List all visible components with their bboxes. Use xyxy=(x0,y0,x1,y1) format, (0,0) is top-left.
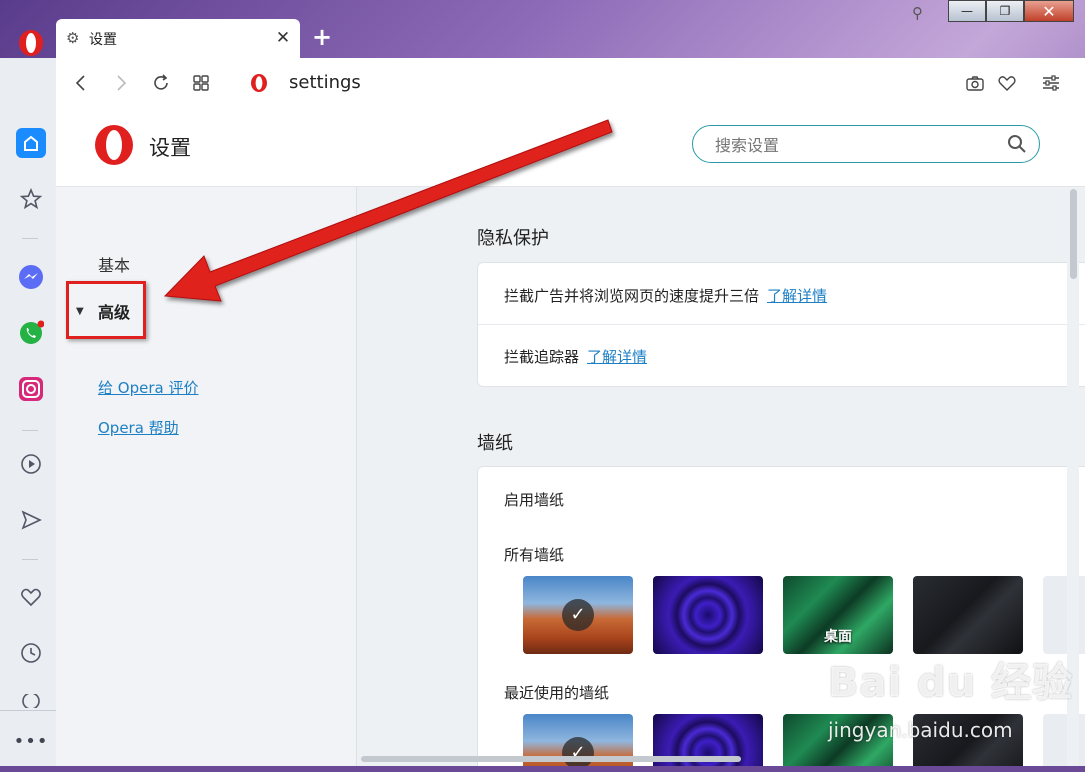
scrollbar-thumb[interactable] xyxy=(1070,189,1077,279)
site-opera-icon xyxy=(246,70,272,96)
address-text[interactable]: settings xyxy=(289,72,361,93)
sidebar: ••• xyxy=(0,58,57,772)
horizontal-scrollbar[interactable] xyxy=(357,754,1067,764)
wallpaper-thumb[interactable] xyxy=(653,576,763,654)
search-icon[interactable] xyxy=(1007,134,1027,154)
check-icon: ✓ xyxy=(562,599,594,631)
tab-settings[interactable]: ⚙ 设置 ✕ xyxy=(56,19,300,58)
player-icon[interactable] xyxy=(16,449,46,479)
search-input[interactable] xyxy=(713,133,997,157)
adblock-label: 拦截广告并将浏览网页的速度提升三倍 xyxy=(504,287,760,305)
window-bottom-edge xyxy=(0,766,1085,772)
window-controls: — ❐ ✕ xyxy=(948,0,1074,24)
close-button[interactable]: ✕ xyxy=(1024,0,1074,22)
easy-setup-sliders-icon[interactable] xyxy=(1038,70,1064,96)
tracker-row: 拦截追踪器 了解详情 xyxy=(504,346,647,367)
tab-search-icon[interactable]: ⚲ xyxy=(912,4,928,22)
wallpaper-thumb-label: 桌面 xyxy=(824,629,852,645)
row-divider xyxy=(478,324,1085,325)
bookmark-heart-icon[interactable] xyxy=(994,70,1020,96)
sidebar-divider xyxy=(0,710,56,711)
recent-wallpapers-label: 最近使用的墙纸 xyxy=(504,684,610,702)
rate-opera-link[interactable]: 给 Opera 评价 xyxy=(98,377,198,398)
wallpaper-section-title: 墙纸 xyxy=(477,433,513,454)
tab-close-icon[interactable]: ✕ xyxy=(274,29,292,47)
settings-search-box[interactable] xyxy=(692,125,1040,163)
watermark-logo: Bai du 经验 xyxy=(828,660,1074,706)
sidebar-divider xyxy=(22,238,38,239)
minimize-button[interactable]: — xyxy=(948,0,986,22)
baidu-watermark: Bai du 经验 jingyan.baidu.com xyxy=(828,650,1074,742)
more-dots-icon[interactable]: ••• xyxy=(14,726,48,756)
all-wallpapers-label: 所有墙纸 xyxy=(504,546,565,564)
privacy-section-title: 隐私保护 xyxy=(477,228,549,249)
adblock-learn-more-link[interactable]: 了解详情 xyxy=(767,287,827,305)
sidebar-divider xyxy=(22,430,38,431)
nav-basic[interactable]: 基本 xyxy=(98,252,130,276)
maximize-button[interactable]: ❐ xyxy=(986,0,1024,22)
settings-header: 设置 xyxy=(56,108,1085,187)
tab-strip: ⚙ 设置 ✕ + ⚲ — ❐ ✕ xyxy=(0,0,1085,58)
adblock-row: 拦截广告并将浏览网页的速度提升三倍 了解详情 xyxy=(504,285,827,306)
new-tab-button[interactable]: + xyxy=(311,25,333,49)
page-title: 设置 xyxy=(149,136,191,160)
gear-icon: ⚙ xyxy=(66,29,80,47)
settings-nav: 基本 ▼ 高级 给 Opera 评价 Opera 帮助 xyxy=(56,187,357,772)
extensions-icon[interactable] xyxy=(16,694,46,708)
speed-dial-home-icon[interactable] xyxy=(16,128,46,158)
tab-grid-icon[interactable] xyxy=(188,70,214,96)
bookmarks-star-icon[interactable] xyxy=(16,184,46,214)
snapshot-camera-icon[interactable] xyxy=(962,70,988,96)
browser-window: ⚙ 设置 ✕ + ⚲ — ❐ ✕ ••• settings 设置 搜索设置 基本… xyxy=(0,0,1085,772)
heart-icon[interactable] xyxy=(16,582,46,612)
wallpaper-thumb[interactable] xyxy=(913,576,1023,654)
privacy-card: 拦截广告并将浏览网页的速度提升三倍 了解详情 拦截追踪器 了解详情 xyxy=(477,262,1085,387)
check-icon: ✓ xyxy=(562,737,594,769)
opera-help-link[interactable]: Opera 帮助 xyxy=(98,417,179,438)
scrollbar-thumb[interactable] xyxy=(361,756,741,762)
annotation-highlight-box xyxy=(66,281,146,339)
address-bar: settings xyxy=(56,58,1085,108)
wallpaper-thumb[interactable]: 桌面 xyxy=(783,576,893,654)
send-flow-icon[interactable] xyxy=(16,505,46,535)
messenger-icon[interactable] xyxy=(16,262,46,292)
sidebar-divider xyxy=(22,559,38,560)
history-clock-icon[interactable] xyxy=(16,638,46,668)
tracker-label: 拦截追踪器 xyxy=(504,348,580,366)
opera-logo-icon xyxy=(95,125,133,165)
tracker-learn-more-link[interactable]: 了解详情 xyxy=(587,348,647,366)
opera-menu-icon[interactable] xyxy=(18,29,44,57)
forward-icon[interactable] xyxy=(108,70,134,96)
whatsapp-icon[interactable] xyxy=(16,318,46,348)
instagram-icon[interactable] xyxy=(16,374,46,404)
wallpaper-thumb[interactable]: ✓ xyxy=(523,576,633,654)
enable-wallpaper-row[interactable]: 启用墙纸 xyxy=(504,489,564,510)
watermark-url: jingyan.baidu.com xyxy=(828,718,1013,742)
tab-title: 设置 xyxy=(89,32,117,48)
reload-icon[interactable] xyxy=(148,70,174,96)
back-icon[interactable] xyxy=(68,70,94,96)
